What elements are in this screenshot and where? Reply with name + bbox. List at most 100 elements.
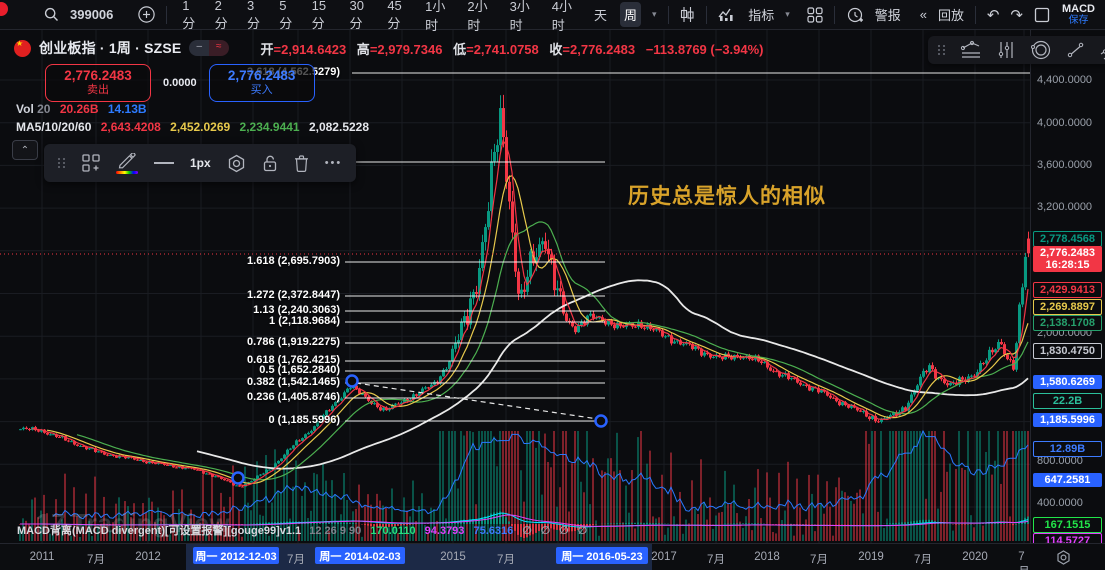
cn-flag-icon (14, 39, 31, 57)
ohlc-values: 开=2,914.6423 高=2,979.7346 低=2,741.0758 收… (260, 41, 764, 57)
date-marker[interactable]: 周一 2014-02-03 (315, 547, 405, 564)
wave-icon[interactable]: ≈ (209, 40, 229, 56)
change-value: −113.8769 (−3.94%) (645, 41, 764, 57)
line-width-button[interactable]: 1px (190, 156, 211, 170)
drag-handle-icon[interactable] (938, 45, 946, 55)
interval-button-2小时[interactable]: 2小时 (463, 0, 496, 37)
layout-grid-icon[interactable] (807, 6, 823, 23)
date-marker[interactable]: 周一 2016-05-23 (556, 547, 648, 564)
interval-chevron-down-icon[interactable]: ▾ (652, 9, 657, 20)
date-marker[interactable]: 周一 2012-12-03 (193, 547, 279, 564)
axis-settings-icon[interactable] (1056, 550, 1071, 565)
price-badge: 1,185.5996 (1033, 413, 1102, 427)
price-tick: 4,000.0000 (1037, 117, 1093, 129)
minimize-icon[interactable]: – (189, 40, 209, 56)
time-tick: 7月 (287, 554, 305, 566)
price-tick: 3,200.0000 (1037, 201, 1093, 213)
replay-button[interactable]: 回放 (938, 5, 964, 24)
indicators-chevron-down-icon[interactable]: ▾ (785, 9, 790, 20)
time-tick: 7月 (497, 554, 515, 566)
symbol-title[interactable]: 创业板指 · 1周 · SZSE (39, 38, 181, 58)
more-options-button[interactable]: ••• (325, 157, 343, 169)
settings-hexagon-icon[interactable] (227, 154, 246, 173)
color-pencil-button[interactable] (116, 152, 138, 174)
buy-button[interactable]: 2,776.2483 买入 (208, 64, 315, 102)
vertical-lines-tool-icon[interactable] (996, 40, 1016, 60)
price-badge: 22.2B (1033, 393, 1102, 409)
line-style-icon[interactable] (154, 161, 174, 165)
trading-app-window: 399006 1分 2分 3分 5分 15分 30分 45分 1小时 2小时 3小时 4小时天周 ▾… (0, 0, 1105, 570)
ma-legend: MA5/10/20/60 2,643.4208 2,452.0269 2,234… (16, 120, 370, 134)
indicators-icon[interactable] (718, 7, 737, 22)
price-badge: 12.89B (1033, 441, 1102, 457)
axis-corner (1030, 543, 1105, 570)
template-add-icon[interactable] (82, 154, 100, 172)
drag-handle-icon[interactable] (58, 158, 66, 168)
interval-button-天[interactable]: 天 (590, 2, 611, 27)
interval-button-5分[interactable]: 5分 (275, 0, 298, 35)
price-axis[interactable]: 4,400.0000 4,000.0000 3,600.0000 3,200.0000… (1030, 30, 1105, 549)
study-save-widget[interactable]: MACD 保存 (1062, 2, 1095, 26)
ellipse-tool-icon[interactable] (1030, 39, 1052, 61)
time-tick: 7月 (914, 554, 932, 566)
interval-button-3分[interactable]: 3分 (243, 0, 266, 35)
price-badge: 167.1515 (1033, 517, 1102, 533)
time-tick: 7月 (707, 554, 725, 566)
time-axis[interactable]: 2011 7月 2012 7月 2015 7月 2017 7月 2018 7月 2019 7月 2020… (0, 543, 1030, 570)
notification-dot (0, 2, 8, 16)
interval-button-30分[interactable]: 30分 (345, 0, 374, 35)
interval-button-15分[interactable]: 15分 (308, 0, 337, 35)
unlock-icon[interactable] (262, 154, 278, 172)
time-tick: 2012 (135, 551, 161, 563)
price-badge: 2,429.9413 (1033, 282, 1102, 298)
time-tick: 2015 (440, 551, 466, 563)
interval-button-4小时[interactable]: 4小时 (548, 0, 581, 37)
pencil-icon (118, 152, 136, 168)
time-tick: 2019 (858, 551, 884, 563)
interval-button-3小时[interactable]: 3小时 (506, 0, 539, 37)
save-button[interactable]: 保存 (1069, 15, 1089, 26)
search-icon[interactable] (44, 7, 59, 22)
macd-indicator-legend[interactable]: MACD背离(MACD divergent)[可设置报警][gouge99]v1… (17, 522, 590, 538)
replay-rewind-icon[interactable]: « (920, 7, 927, 22)
price-tick: 3,600.0000 (1037, 159, 1093, 171)
time-tick: 7月 (87, 554, 105, 566)
interval-button-45分[interactable]: 45分 (383, 0, 412, 35)
alert-button[interactable]: 警报 (875, 5, 901, 24)
time-tick: 2011 (29, 551, 55, 563)
parallel-channel-tool-icon[interactable] (1100, 40, 1105, 60)
redo-icon[interactable]: ↷ (1010, 6, 1023, 24)
indicators-button[interactable]: 指标 (748, 5, 774, 24)
toolbar-divider (974, 5, 976, 24)
price-badge: 2,269.8897 (1033, 299, 1102, 315)
fullscreen-icon[interactable] (1034, 7, 1050, 23)
trend-line-tool-icon[interactable] (1066, 40, 1086, 60)
price-tick: 400.0000 (1037, 497, 1083, 509)
text-annotation[interactable]: 历史总是惊人的相似 (628, 180, 826, 210)
trend-angle-tool-icon[interactable] (960, 40, 982, 60)
legend-toggle-pill[interactable]: – ≈ (189, 40, 229, 56)
spread-value: 0.0000 (163, 77, 197, 89)
drawing-toolbar: 1px ••• (44, 144, 357, 182)
alert-clock-icon[interactable] (846, 6, 864, 24)
volume-legend: Vol 20 20.26B 14.13B (16, 102, 147, 116)
study-name: MACD (1062, 2, 1095, 15)
symbol-search[interactable]: 399006 (70, 7, 113, 22)
delete-trash-icon[interactable] (294, 154, 309, 172)
interval-button-1小时[interactable]: 1小时 (421, 0, 454, 37)
candlestick-style-icon[interactable] (679, 6, 695, 23)
trade-panel: 2,776.2483 卖出 0.0000 2,776.2483 买入 (45, 64, 315, 102)
price-badge: 2,778.4568 (1033, 231, 1102, 247)
chart-legend: 创业板指 · 1周 · SZSE – ≈ 开=2,914.6423 高=2,97… (14, 38, 764, 58)
legend-collapse-button[interactable]: ⌃ (12, 140, 38, 160)
time-tick: 2020 (962, 551, 988, 563)
interval-button-1分[interactable]: 1分 (178, 0, 201, 35)
interval-button-2分[interactable]: 2分 (211, 0, 234, 35)
undo-icon[interactable]: ↶ (987, 6, 1000, 24)
compare-add-icon[interactable] (138, 6, 156, 23)
time-tick: 7月 (810, 554, 828, 566)
toolbar-divider (166, 5, 168, 24)
sell-button[interactable]: 2,776.2483 卖出 (45, 64, 151, 102)
price-tick: 4,400.0000 (1037, 74, 1093, 86)
interval-button-周[interactable]: 周 (619, 2, 641, 27)
